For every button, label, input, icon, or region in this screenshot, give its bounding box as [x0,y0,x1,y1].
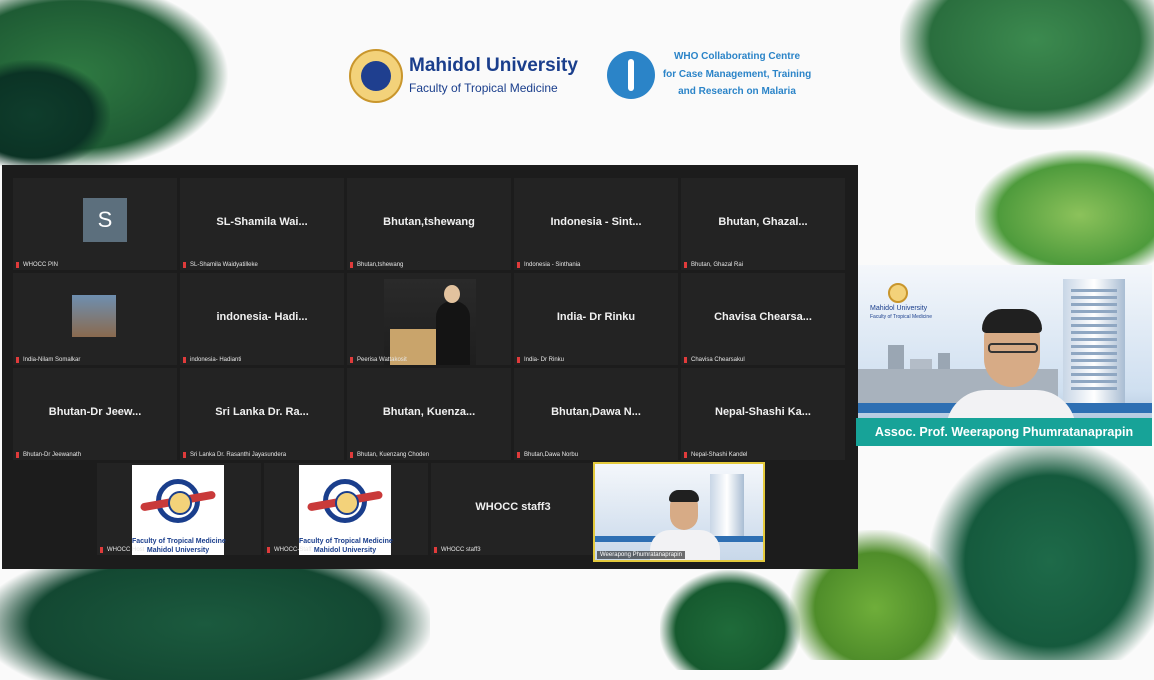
participant-name-label: SL-Shamila Waidyatilleke [190,262,258,268]
participant-tile[interactable]: Bhutan-Dr Jeew... Bhutan-Dr Jeewanath [13,368,177,460]
participant-display-name: indonesia- Hadi... [216,311,308,323]
participant-display-name: Bhutan,Dawa N... [551,406,641,418]
participant-tile[interactable]: Nepal-Shashi Ka... Nepal-Shashi Kandel [681,368,845,460]
participant-display-name: Bhutan, Ghazal... [718,216,808,228]
participant-name-label: India- Dr Rinku [524,357,565,363]
participant-display-name: Chavisa Chearsa... [714,311,812,323]
participant-name-label: WHOCC staff3 [441,547,481,553]
active-speaker-tile[interactable]: Weerapong Phumratanaprapin [593,462,765,562]
participant-tile[interactable]: Bhutan, Kuenza... Bhutan, Kuenzang Chode… [347,368,511,460]
mahidol-university-seal-logo [349,49,403,103]
participant-display-name: Bhutan,tshewang [383,216,475,228]
faculty-60th-anniversary-logo: Faculty of Tropical Medicine Mahidol Univ… [132,465,226,555]
participant-name-label: WHOCC Host [107,547,145,553]
participant-display-name: India- Dr Rinku [556,311,636,323]
faculty-60th-anniversary-logo: Faculty of Tropical Medicine Mahidol Univ… [299,465,393,555]
profile-photo [72,295,116,337]
speaker-hair [982,309,1042,333]
participant-tile[interactable]: WHOCC staff3 WHOCC staff3 [431,463,595,555]
participant-name-label: Bhutan,Dawa Norbu [524,452,579,458]
mahidol-university-seal-logo [888,283,908,303]
participant-display-name: WHOCC staff3 [475,501,551,513]
participant-display-name: Bhutan, Kuenza... [382,406,476,418]
participant-tile[interactable]: Bhutan, Ghazal... Bhutan, Ghazal Rai [681,178,845,270]
participant-tile[interactable]: Sri Lanka Dr. Ra... Sri Lanka Dr. Rasant… [180,368,344,460]
participant-tile[interactable]: Bhutan,tshewang Bhutan,tshewang [347,178,511,270]
participant-display-name: Bhutan-Dr Jeew... [48,406,142,418]
participant-name-label: indonesia- Hadianti [190,357,242,363]
participant-tile[interactable]: Indonesia - Sint... Indonesia - Sinthani… [514,178,678,270]
participant-display-name: Indonesia - Sint... [550,216,642,228]
participant-tile[interactable]: India- Dr Rinku India- Dr Rinku [514,273,678,365]
participant-tile[interactable]: Faculty of Tropical Medicine Mahidol Univ… [97,463,261,555]
participant-name-label: Bhutan, Ghazal Rai [691,262,744,268]
who-line-2: for Case Management, Training [662,69,812,80]
participant-display-name: Sri Lanka Dr. Ra... [215,406,309,418]
profile-photo [384,279,476,365]
decorative-leaf-top-left-2 [0,60,110,170]
header-banner: Mahidol University Faculty of Tropical M… [345,45,815,109]
avatar: S [83,198,127,242]
participant-name-label: Nepal-Shashi Kandel [691,452,748,458]
glasses-icon [988,343,1038,353]
participant-tile[interactable]: Chavisa Chearsa... Chavisa Chearsakul [681,273,845,365]
participant-name-label: Bhutan, Kuenzang Choden [357,452,430,458]
participant-name-label: Bhutan,tshewang [357,262,404,268]
university-name: Mahidol University [409,55,578,76]
participant-tile[interactable]: Bhutan,Dawa N... Bhutan,Dawa Norbu [514,368,678,460]
participant-display-name: Nepal-Shashi Ka... [715,406,811,418]
participant-name-label: Indonesia - Sinthania [524,262,581,268]
faculty-name: Faculty of Tropical Medicine [409,81,558,95]
participant-name-label: Peerisa Wattakosit [357,357,407,363]
participant-name-label: Sri Lanka Dr. Rasanthi Jayasundera [190,452,287,458]
participant-name-label: Chavisa Chearsakul [691,357,745,363]
participant-tile[interactable]: SL-Shamila Wai... SL-Shamila Waidyatille… [180,178,344,270]
who-line-3: and Research on Malaria [678,86,796,97]
participant-display-name: SL-Shamila Wai... [216,216,308,228]
participant-name-label: India-Nilam Somalkar [23,357,81,363]
participant-name-label: WHOCC-Staff [274,547,312,553]
participant-name-label: Bhutan-Dr Jeewanath [23,452,82,458]
slide-faculty-name: Faculty of Tropical Medicine [870,314,932,320]
decorative-leaf-bottom-mid [660,570,800,670]
slide-university-name: Mahidol University [870,305,928,312]
participant-tile[interactable]: indonesia- Hadi... indonesia- Hadianti [180,273,344,365]
participant-name-label: WHOCC PIN [23,262,58,268]
speaker-name-caption: Assoc. Prof. Weerapong Phumratanaprapin [856,418,1152,446]
who-emblem-logo [607,51,655,99]
decorative-leaf-top-right [900,0,1154,130]
participant-tile[interactable]: Peerisa Wattakosit [347,273,511,365]
participant-name-label: Weerapong Phumratanaprapin [597,551,685,559]
decorative-leaf-right-mid [975,150,1154,280]
decorative-palm-bottom-right [930,440,1154,660]
hospital-building [1063,279,1125,403]
who-line-1: WHO Collaborating Centre [673,51,801,62]
participant-tile[interactable]: India-Nilam Somalkar [13,273,177,365]
participant-tile[interactable]: S WHOCC PIN [13,178,177,270]
participant-tile[interactable]: Faculty of Tropical Medicine Mahidol Univ… [264,463,428,555]
